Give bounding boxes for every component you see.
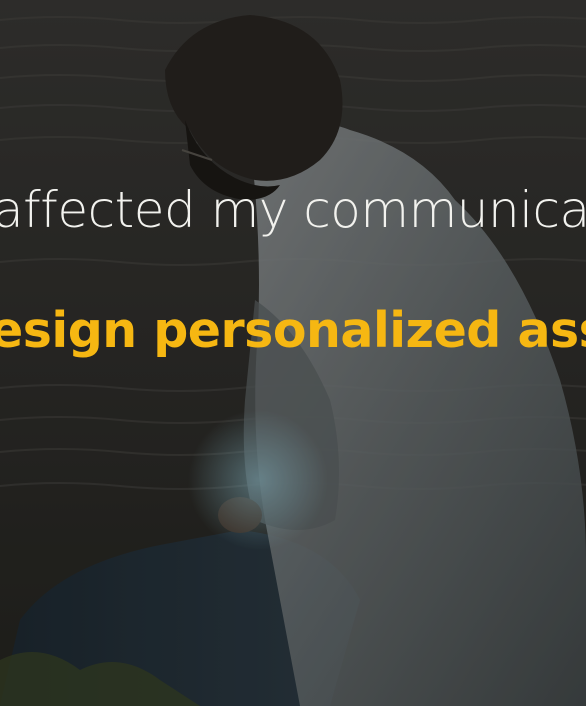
caption-line-1-text: affected my communicat	[0, 181, 586, 239]
photo-frame: affected my communicat esign personalize…	[0, 0, 586, 706]
caption-line-2-text: esign personalized ass	[0, 302, 586, 359]
caption-line-1: affected my communicat	[0, 172, 586, 248]
caption-line-2: esign personalized ass	[0, 293, 586, 369]
